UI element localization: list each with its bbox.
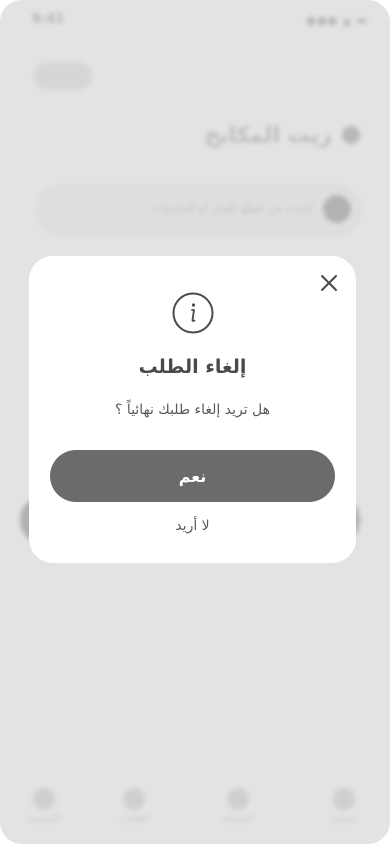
nav-item-orders: الطلبات [104, 788, 164, 824]
phone-screen: 9:41 ●●● ▲ ▬ زيت المكابح ابحث عن قطع الغ… [0, 0, 390, 844]
user-icon [333, 788, 355, 810]
bottom-nav: الرئيسية الطلبات المفضلة حسابي [0, 764, 390, 844]
heart-icon [227, 788, 249, 810]
status-time: 9:41 [32, 12, 65, 27]
close-icon [321, 275, 337, 291]
category-icon [342, 126, 360, 144]
nav-item-account: حسابي [314, 788, 374, 824]
cancel-order-dialog: إلغاء الطلب هل تريد إلغاء طلبك نهائياً ؟… [29, 256, 356, 563]
dismiss-button[interactable]: لا أريد [29, 518, 356, 534]
home-icon [33, 788, 55, 810]
nav-label: حسابي [330, 814, 358, 824]
nav-item-home: الرئيسية [14, 788, 74, 824]
nav-label: الرئيسية [28, 814, 60, 824]
page-header: زيت المكابح [204, 120, 360, 150]
status-bar: 9:41 ●●● ▲ ▬ [0, 12, 390, 32]
nav-label: الطلبات [119, 814, 149, 824]
info-icon [172, 292, 214, 334]
search-bar: ابحث عن قطع الغيار أو الخدمات [38, 186, 360, 234]
nav-item-favorites: المفضلة [208, 788, 268, 824]
search-placeholder: ابحث عن قطع الغيار أو الخدمات [152, 201, 313, 215]
confirm-button[interactable]: نعم [50, 450, 335, 502]
search-icon [323, 195, 351, 223]
back-button [34, 62, 92, 90]
orders-icon [123, 788, 145, 810]
status-icons: ●●● ▲ ▬ [306, 14, 368, 27]
close-button[interactable] [316, 270, 342, 296]
dialog-message: هل تريد إلغاء طلبك نهائياً ؟ [114, 402, 271, 418]
dialog-title: إلغاء الطلب [138, 356, 247, 378]
nav-label: المفضلة [222, 814, 254, 824]
page-title: زيت المكابح [204, 122, 332, 148]
